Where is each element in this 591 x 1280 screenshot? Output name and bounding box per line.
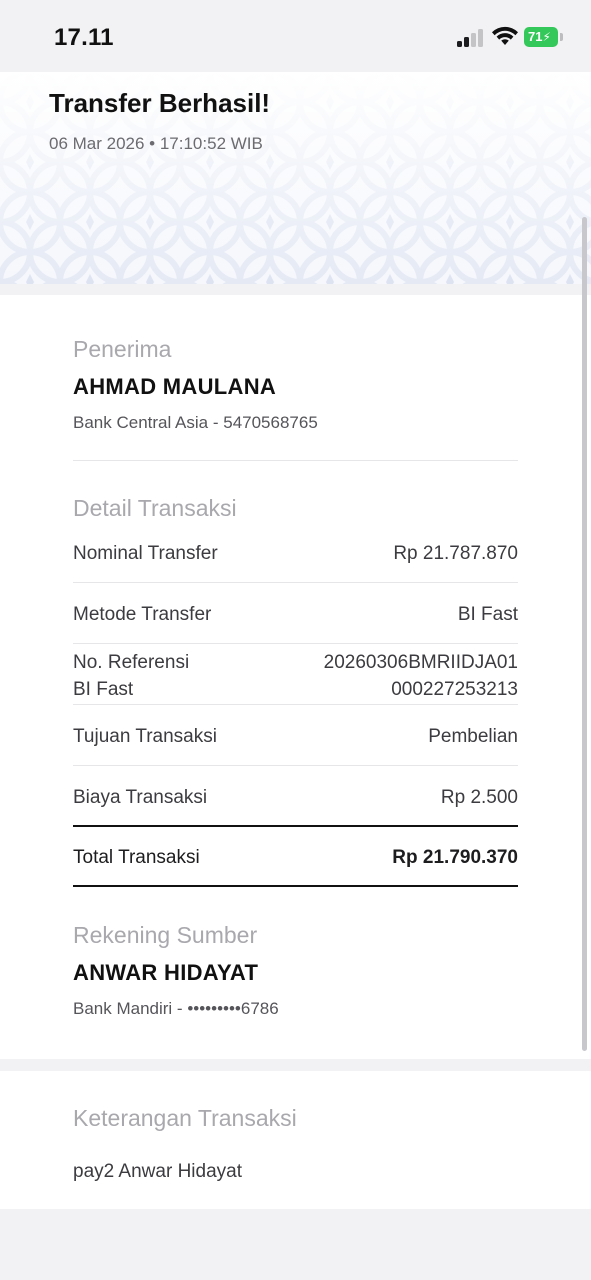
transaction-purpose-value: Pembelian xyxy=(428,726,518,747)
nominal-transfer-value: Rp 21.787.870 xyxy=(393,543,518,564)
source-account-number: Bank Mandiri - •••••••••6786 xyxy=(73,999,279,1018)
transfer-method-label: Metode Transfer xyxy=(73,604,212,625)
total-value: Rp 21.790.370 xyxy=(392,847,518,868)
reference-value-line2: 000227253213 xyxy=(391,679,518,700)
reference-value-line1: 20260306BMRIIDJA01 xyxy=(323,652,518,673)
total-top-rule xyxy=(73,825,518,827)
success-header: Transfer Berhasil! 06 Mar 2026 • 17:10:5… xyxy=(0,72,591,284)
total-label: Total Transaksi xyxy=(73,847,200,868)
divider xyxy=(73,643,518,644)
battery-level: 71 xyxy=(528,29,543,44)
note-label: Keterangan Transaksi xyxy=(73,1105,297,1131)
nominal-transfer-label: Nominal Transfer xyxy=(73,543,218,564)
wifi-icon xyxy=(492,26,518,45)
cellular-signal-icon xyxy=(457,27,485,47)
source-account-label: Rekening Sumber xyxy=(73,922,258,948)
transfer-method-value: BI Fast xyxy=(457,604,518,625)
transaction-fee-label: Biaya Transaksi xyxy=(73,787,208,808)
divider xyxy=(73,582,518,583)
status-time: 17.11 xyxy=(54,24,114,51)
battery-icon: 71⚡ xyxy=(524,27,558,47)
note-value: pay2 Anwar Hidayat xyxy=(73,1161,242,1182)
recipient-label: Penerima xyxy=(73,336,172,362)
transaction-note-card: Keterangan Transaksi pay2 Anwar Hidayat xyxy=(0,1071,591,1209)
divider xyxy=(73,704,518,705)
transaction-card: Penerima AHMAD MAULANA Bank Central Asia… xyxy=(0,295,591,1059)
transaction-purpose-label: Tujuan Transaksi xyxy=(73,726,217,747)
reference-label-line1: No. Referensi xyxy=(73,652,190,673)
details-label: Detail Transaksi xyxy=(73,495,237,521)
scrollbar[interactable] xyxy=(582,217,587,1051)
battery-tip xyxy=(560,33,563,41)
transaction-fee-value: Rp 2.500 xyxy=(440,787,518,808)
recipient-account: Bank Central Asia - 5470568765 xyxy=(73,413,318,432)
divider xyxy=(73,460,518,461)
status-bar: 17.11 71⚡ xyxy=(0,0,591,72)
transaction-datetime: 06 Mar 2026 • 17:10:52 WIB xyxy=(49,134,263,153)
source-account-name: ANWAR HIDAYAT xyxy=(73,960,259,985)
recipient-name: AHMAD MAULANA xyxy=(73,374,277,399)
divider xyxy=(73,765,518,766)
total-bottom-rule xyxy=(73,885,518,887)
page-title: Transfer Berhasil! xyxy=(49,88,271,118)
reference-label-line2: BI Fast xyxy=(73,679,134,700)
